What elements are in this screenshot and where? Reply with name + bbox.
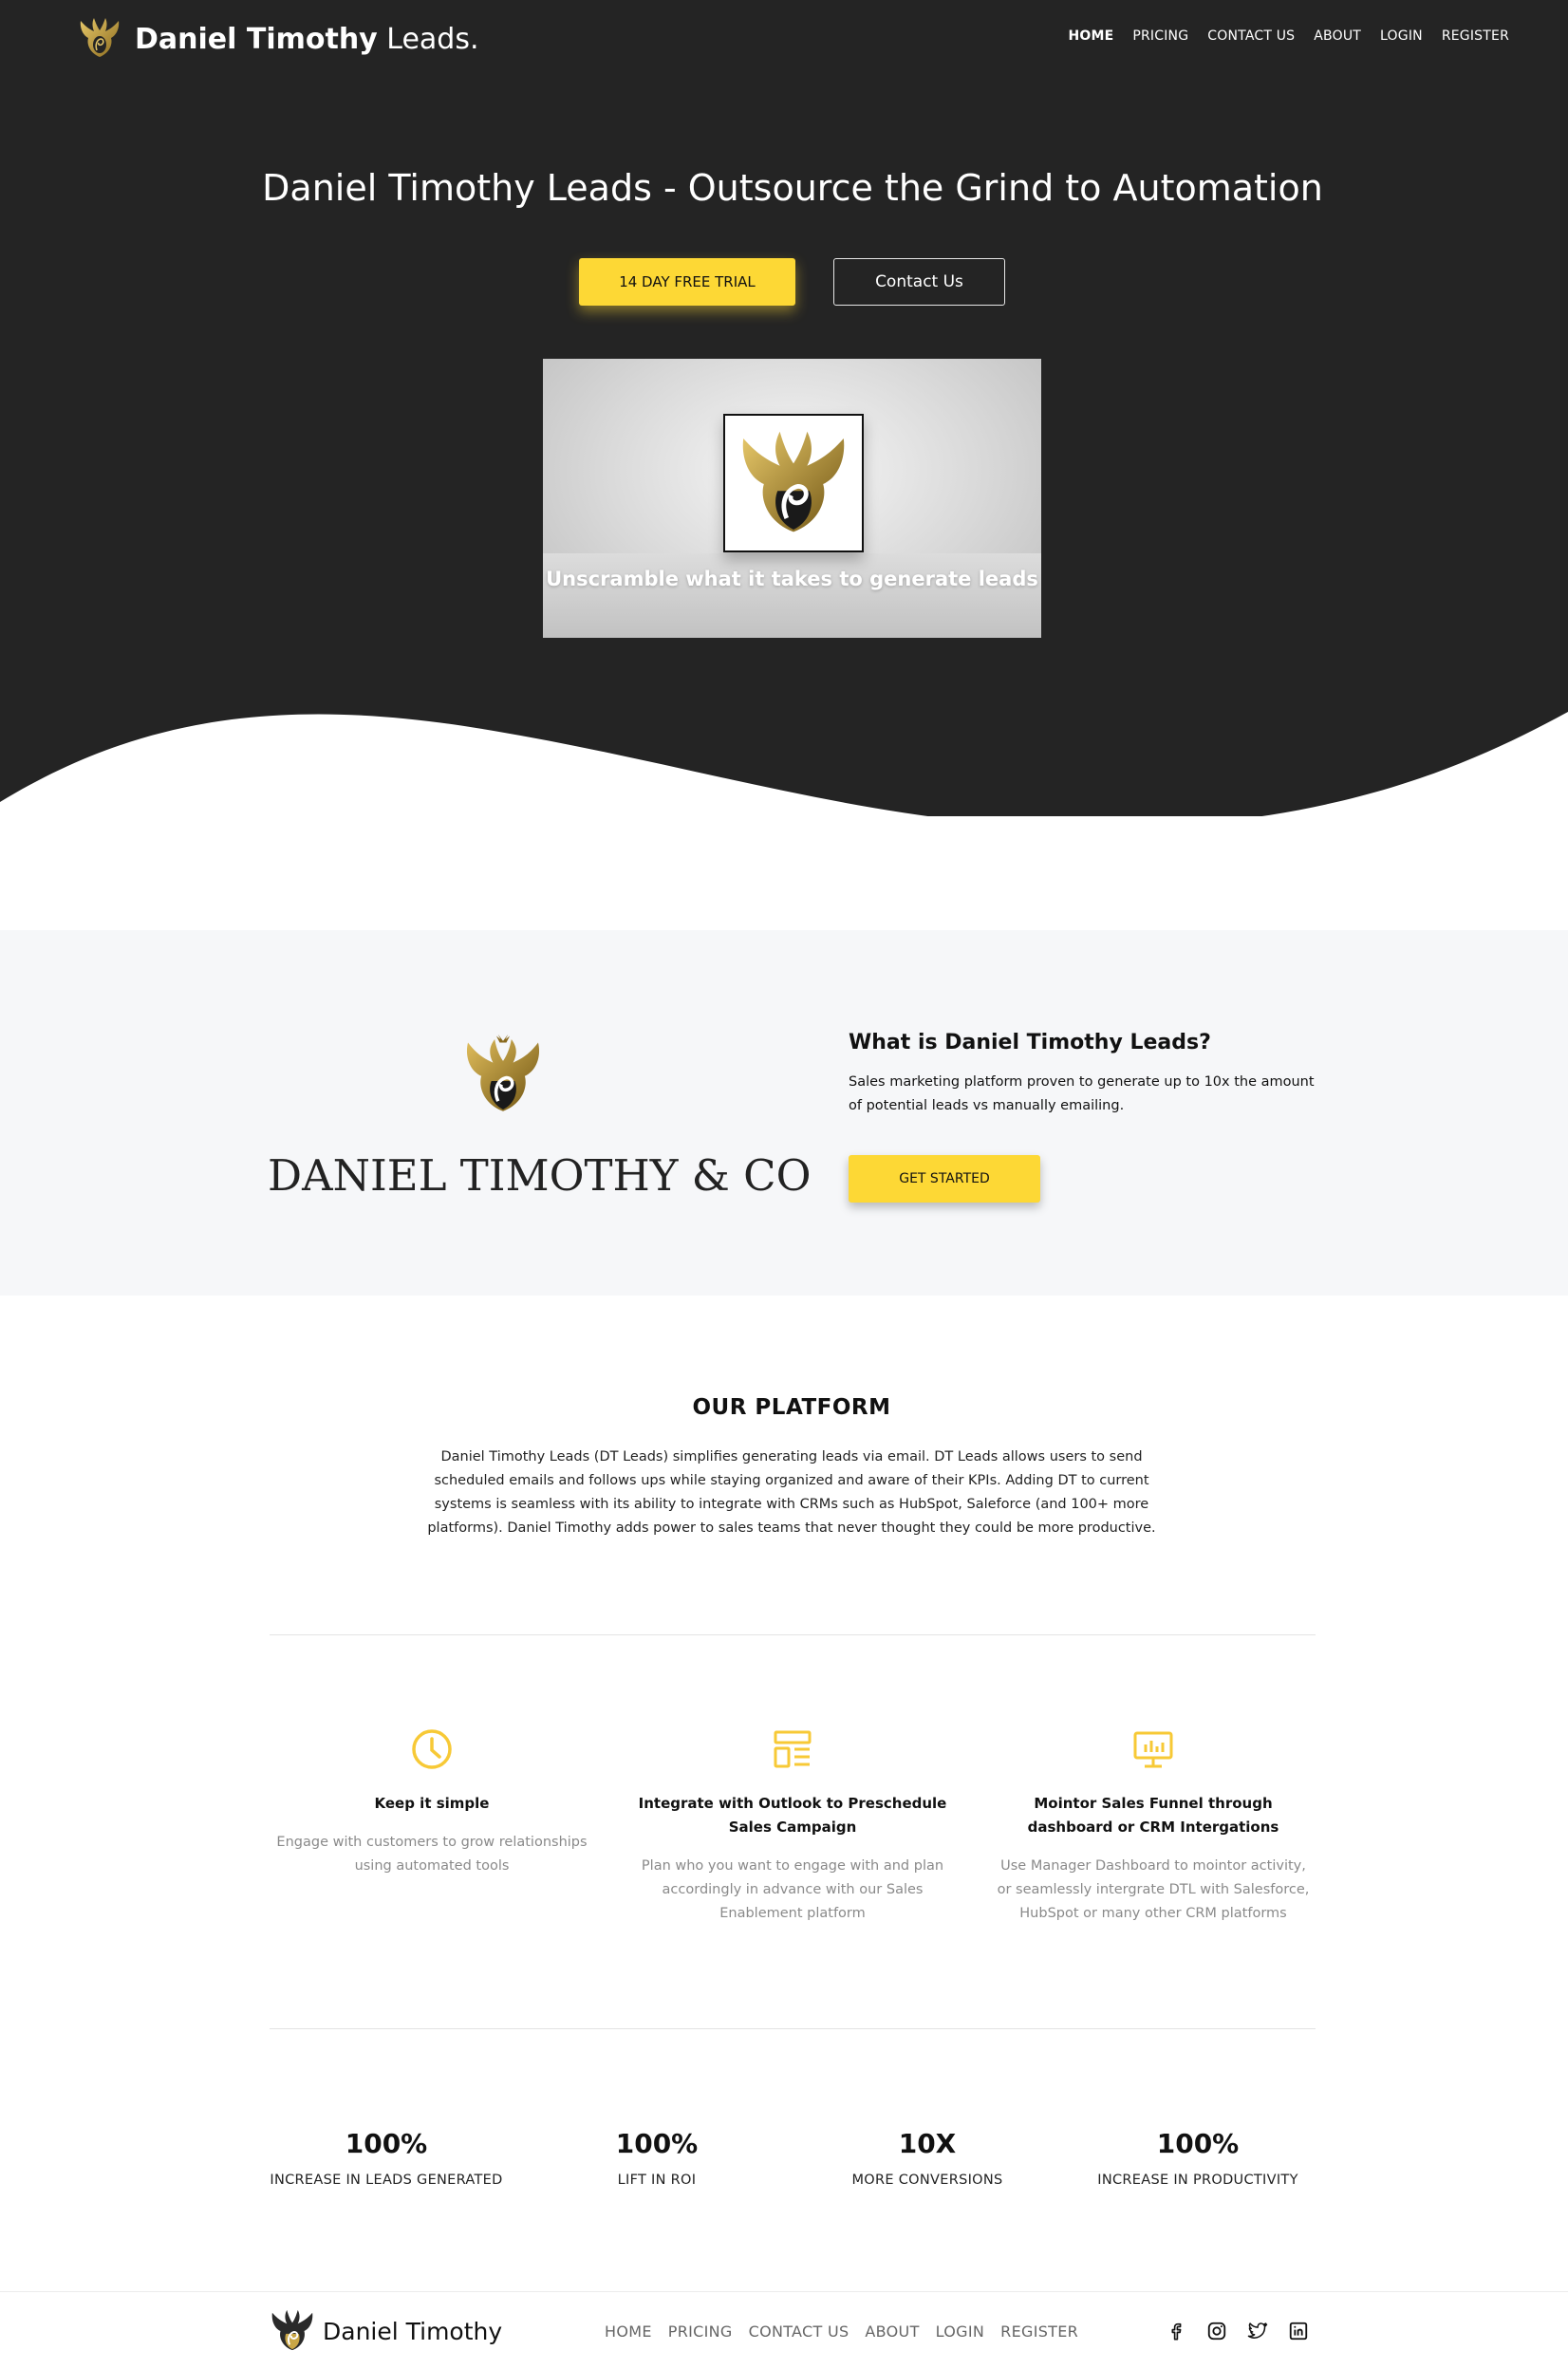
clock-icon (412, 1729, 452, 1769)
free-trial-button[interactable]: 14 DAY FREE TRIAL (579, 258, 795, 306)
stat-value: 100% (345, 2128, 428, 2159)
footer-brand-name: Daniel Timothy (323, 2317, 503, 2345)
hero-section: Daniel Timothy Leads. HOME PRICING CONTA… (0, 0, 1568, 854)
about-heading: What is Daniel Timothy Leads? (849, 1031, 1211, 1054)
stat-label: INCREASE IN PRODUCTIVITY (1097, 2173, 1298, 2188)
phoenix-logo-icon (80, 18, 120, 57)
feature-description: Plan who you want to engage with and pla… (641, 1858, 944, 1921)
company-wordmark: DANIEL TIMOTHY & CO (268, 1150, 812, 1201)
platform-heading: OUR PLATFORM (692, 1395, 891, 1420)
stat-value: 100% (615, 2128, 699, 2159)
video-floor (543, 553, 1041, 638)
section-divider (270, 1634, 1316, 1635)
footer-home-link[interactable]: HOME (605, 2322, 652, 2341)
site-footer: Daniel Timothy HOME PRICING CONTACT US A… (0, 2291, 1568, 2369)
feature-card: Keep it simple Engage with customers to … (271, 1727, 593, 1878)
video-caption: Unscramble what it takes to generate lea… (546, 568, 1038, 590)
hero-title: Daniel Timothy Leads - Outsource the Gri… (262, 167, 1323, 209)
feature-title: Integrate with Outlook to Preschedule Sa… (638, 1795, 947, 1836)
platform-description: Daniel Timothy Leads (DT Leads) simplifi… (427, 1449, 1156, 1536)
nav-about-link[interactable]: ABOUT (1314, 28, 1361, 44)
get-started-button[interactable]: GET STARTED (849, 1155, 1040, 1203)
stat-value: 10X (898, 2128, 957, 2159)
stat-value: 100% (1156, 2128, 1240, 2159)
stat-label: INCREASE IN LEADS GENERATED (270, 2173, 503, 2188)
footer-contact-link[interactable]: CONTACT US (749, 2322, 849, 2341)
promo-video[interactable]: Unscramble what it takes to generate lea… (543, 359, 1041, 638)
phoenix-logo-icon (466, 1034, 540, 1111)
facebook-icon[interactable] (1166, 2321, 1186, 2341)
footer-about-link[interactable]: ABOUT (865, 2322, 919, 2341)
about-section: DANIEL TIMOTHY & CO What is Daniel Timot… (0, 930, 1568, 1296)
instagram-icon[interactable] (1206, 2321, 1227, 2341)
nav-login-link[interactable]: LOGIN (1380, 28, 1423, 44)
stat-item: 100% INCREASE IN PRODUCTIVITY (1055, 2128, 1340, 2188)
stat-item: 100% LIFT IN ROI (514, 2128, 799, 2188)
monitor-chart-icon (1133, 1731, 1173, 1768)
section-divider (270, 2028, 1316, 2029)
feature-title: Mointor Sales Funnel through dashboard o… (1027, 1795, 1279, 1836)
brand-name: Daniel Timothy Leads. (135, 22, 479, 56)
stat-item: 10X MORE CONVERSIONS (785, 2128, 1070, 2188)
stat-label: MORE CONVERSIONS (851, 2173, 1003, 2188)
footer-login-link[interactable]: LOGIN (936, 2322, 985, 2341)
feature-description: Use Manager Dashboard to mointor activit… (997, 1858, 1310, 1921)
footer-register-link[interactable]: REGISTER (1000, 2322, 1078, 2341)
nav-contact-link[interactable]: CONTACT US (1207, 28, 1295, 44)
footer-pricing-link[interactable]: PRICING (668, 2322, 733, 2341)
top-navigation: Daniel Timothy Leads. HOME PRICING CONTA… (0, 0, 1568, 78)
feature-title: Keep it simple (374, 1795, 490, 1812)
feature-card: Mointor Sales Funnel through dashboard o… (992, 1727, 1315, 1926)
twitter-icon[interactable] (1247, 2321, 1268, 2341)
footer-brand-link[interactable]: Daniel Timothy (270, 2307, 502, 2355)
linkedin-icon[interactable] (1288, 2321, 1309, 2341)
hero-wave-divider (0, 712, 1568, 854)
nav-pricing-link[interactable]: PRICING (1132, 28, 1188, 44)
stat-item: 100% INCREASE IN LEADS GENERATED (244, 2128, 529, 2188)
phoenix-logo-icon (742, 431, 845, 532)
contact-us-button[interactable]: Contact Us (833, 258, 1005, 306)
stat-label: LIFT IN ROI (617, 2173, 697, 2188)
feature-card: Integrate with Outlook to Preschedule Sa… (631, 1727, 954, 1926)
footer-nav: HOME PRICING CONTACT US ABOUT LOGIN REGI… (605, 2322, 1094, 2341)
layout-icon (774, 1730, 812, 1768)
about-description: Sales marketing platform proven to gener… (849, 1074, 1315, 1113)
feature-description: Engage with customers to grow relationsh… (276, 1835, 588, 1874)
nav-home-link[interactable]: HOME (1068, 28, 1113, 44)
nav-register-link[interactable]: REGISTER (1442, 28, 1509, 44)
video-logo-card (723, 414, 864, 552)
phoenix-logo-icon (271, 2309, 313, 2351)
brand-home-link[interactable]: Daniel Timothy Leads. (76, 13, 479, 65)
main-nav: HOME PRICING CONTACT US ABOUT LOGIN REGI… (1049, 28, 1509, 44)
